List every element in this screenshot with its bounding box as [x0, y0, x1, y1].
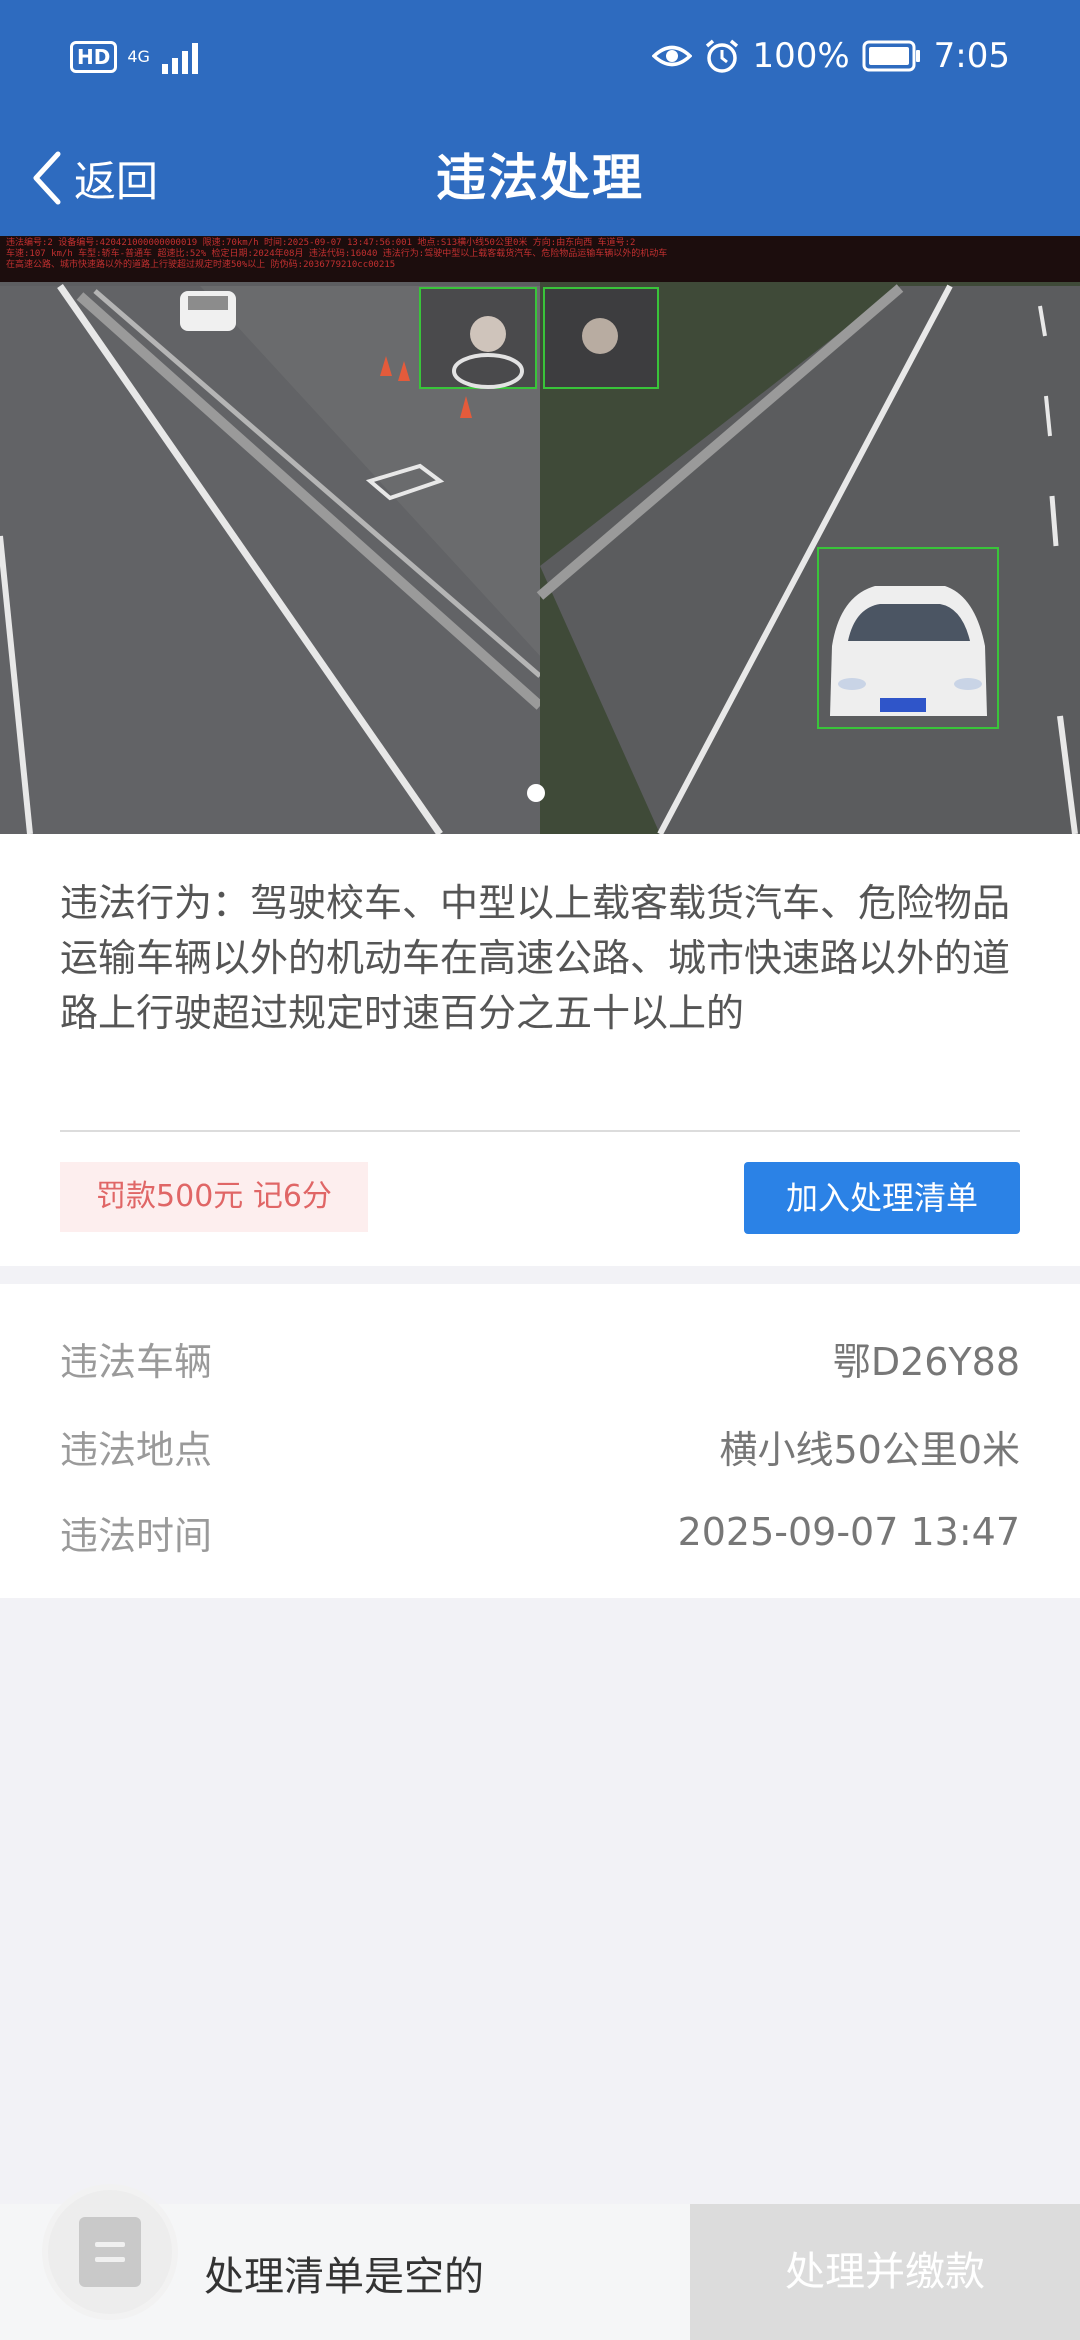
detail-label: 违法地点: [60, 1427, 213, 1472]
detail-value: 横小线50公里0米: [719, 1427, 1020, 1472]
battery-percent: 100%: [752, 36, 850, 76]
detail-label: 违法车辆: [60, 1339, 213, 1384]
violation-description: 违法行为：驾驶校车、中型以上载客载货汽车、危险物品运输车辆以外的机动车在高速公路…: [60, 881, 1011, 1035]
list-icon: [79, 2217, 141, 2287]
evidence-photo: [0, 236, 1080, 834]
evidence-photo-carousel[interactable]: 违法编号:2 设备编号:420421000000000019 限速:70km/h…: [0, 236, 1080, 834]
camera-caption-line: 在高速公路、城市快速路以外的道路上行驶超过规定时速50%以上 防伪码:20367…: [6, 260, 396, 270]
chevron-left-icon: [33, 151, 61, 205]
camera-caption-line: 车速:107 km/h 车型:轿车-普通车 超速比:52% 检定日期:2024年…: [6, 249, 668, 259]
divider: [60, 1130, 1020, 1132]
carousel-page-indicator[interactable]: [527, 784, 545, 802]
detail-row-vehicle: 违法车辆 鄂D26Y88: [60, 1328, 1020, 1388]
nav-bar: 违法处理 返回: [0, 120, 1080, 236]
back-label: 返回: [74, 156, 159, 206]
detail-value: 2025-09-07 13:47: [677, 1510, 1020, 1554]
status-bar: HD 4G 100% 7:05: [0, 0, 1080, 120]
violation-card: 违法行为：驾驶校车、中型以上载客载货汽车、危险物品运输车辆以外的机动车在高速公路…: [0, 834, 1080, 1266]
add-to-list-button[interactable]: 加入处理清单: [744, 1162, 1020, 1234]
penalty-badge: 罚款500元 记6分: [60, 1162, 368, 1232]
process-list-status: 处理清单是空的: [204, 2254, 484, 2300]
signal-icon: [161, 43, 198, 74]
status-right: 100% 7:05: [652, 36, 1010, 76]
detail-row-time: 违法时间 2025-09-07 13:47: [60, 1502, 1020, 1562]
network-type: 4G: [127, 47, 150, 66]
detail-row-location: 违法地点 横小线50公里0米: [60, 1416, 1020, 1476]
violation-details-card: 违法车辆 鄂D26Y88 违法地点 横小线50公里0米 违法时间 2025-09…: [0, 1284, 1080, 1598]
hd-badge: HD: [70, 41, 118, 73]
eye-icon: [652, 45, 693, 67]
process-list-button[interactable]: [48, 2190, 172, 2314]
clock: 7:05: [933, 36, 1010, 76]
status-left: HD 4G: [70, 40, 204, 74]
bottom-action-bar: 处理清单是空的 处理并缴款: [0, 2190, 1080, 2340]
camera-caption: 违法编号:2 设备编号:420421000000000019 限速:70km/h…: [0, 236, 1080, 282]
detail-value: 鄂D26Y88: [832, 1339, 1020, 1384]
process-and-pay-button[interactable]: 处理并缴款: [690, 2204, 1080, 2340]
camera-caption-line: 违法编号:2 设备编号:420421000000000019 限速:70km/h…: [6, 238, 636, 248]
battery-icon: [862, 40, 920, 72]
alarm-icon: [706, 39, 739, 73]
detail-label: 违法时间: [60, 1513, 213, 1558]
page-title: 违法处理: [436, 149, 644, 207]
back-button[interactable]: 返回: [30, 140, 158, 216]
